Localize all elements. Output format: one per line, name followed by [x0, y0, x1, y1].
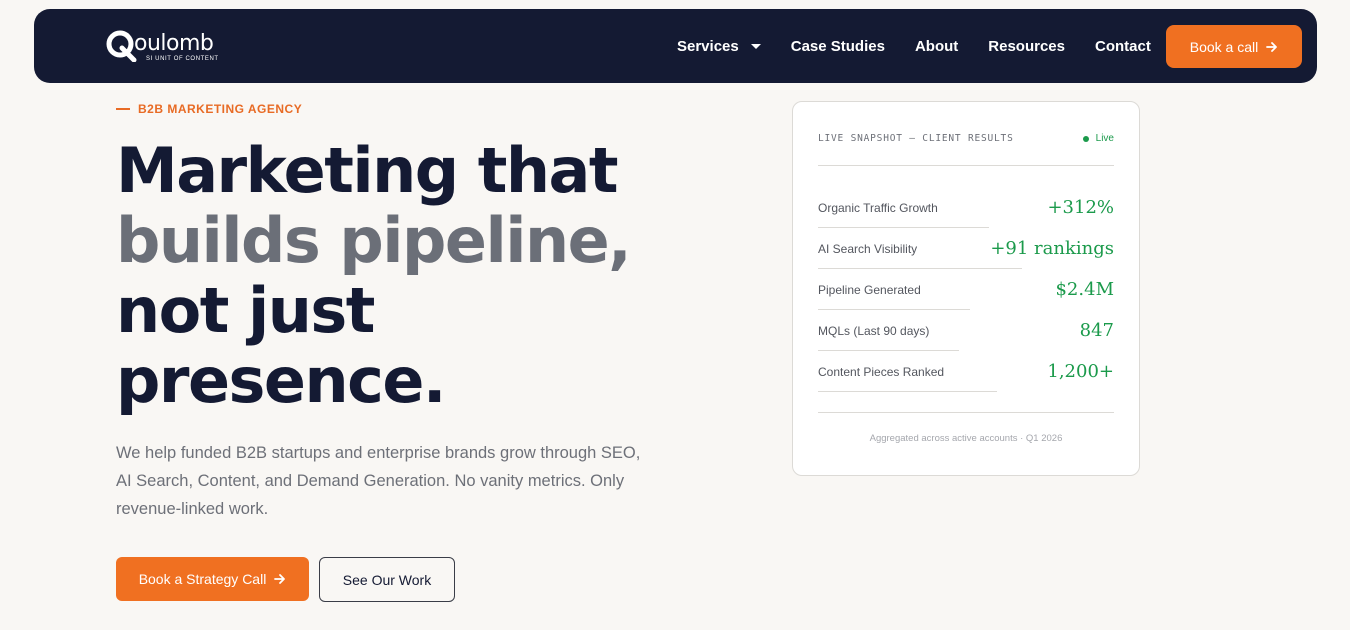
brand-name: oulomb	[134, 31, 214, 56]
metric-label: Pipeline Generated	[818, 282, 921, 297]
metric-label: MQLs (Last 90 days)	[818, 323, 930, 338]
metric-label: Content Pieces Ranked	[818, 364, 945, 379]
metric-row: MQLs (Last 90 days) 847	[818, 310, 1114, 351]
headline-line-1: Marketing that	[116, 134, 618, 207]
live-dot-icon	[1082, 135, 1089, 142]
nav-item-label: Case Studies	[790, 37, 885, 55]
hero-headline: Marketing that builds pipeline, not just…	[116, 134, 632, 417]
metric-label: AI Search Visibility	[818, 241, 918, 256]
card-footnote: Aggregated across active accounts · Q1 2…	[869, 433, 1063, 444]
metric-value: +312%	[1047, 197, 1114, 218]
metric-row: Organic Traffic Growth +312%	[818, 187, 1114, 228]
headline-line-2: builds pipeline,	[116, 204, 632, 277]
primary-cta-label: Book a Strategy Call	[138, 571, 267, 587]
headline-line-4: presence.	[116, 344, 446, 417]
hero-cta-row: Book a Strategy Call See Our Work	[116, 557, 455, 602]
live-label: Live	[1095, 133, 1114, 144]
eyebrow-dash	[116, 108, 130, 110]
nav-item-label: Resources	[988, 37, 1065, 55]
top-nav: oulomb SI UNIT OF CONTENT Services Case …	[34, 9, 1317, 83]
nav-item-resources[interactable]: Resources	[988, 38, 1065, 55]
brand-logo[interactable]: oulomb SI UNIT OF CONTENT	[106, 27, 236, 67]
secondary-cta-label: See Our Work	[342, 571, 432, 588]
nav-links: Services Case Studies About Resources Co…	[677, 9, 1151, 83]
eyebrow-text: B2B MARKETING AGENCY	[138, 102, 303, 116]
nav-item-contact[interactable]: Contact	[1095, 38, 1151, 55]
hero-eyebrow: B2B MARKETING AGENCY	[116, 102, 302, 116]
live-indicator: Live	[1082, 133, 1114, 144]
nav-item-label: Contact	[1095, 37, 1151, 55]
nav-item-label: Services	[677, 37, 739, 55]
nav-item-label: About	[914, 37, 959, 55]
headline-line-3: not just	[116, 274, 375, 347]
nav-item-about[interactable]: About	[915, 38, 958, 55]
metric-value: 847	[1079, 320, 1114, 341]
caret-down-icon	[750, 43, 761, 49]
metric-label: Organic Traffic Growth	[818, 200, 938, 215]
brand-tagline: SI UNIT OF CONTENT	[146, 56, 219, 62]
client-results-card: LIVE SNAPSHOT — CLIENT RESULTS Live Orga…	[792, 101, 1140, 476]
metric-row: Content Pieces Ranked 1,200+	[818, 351, 1114, 392]
nav-item-case-studies[interactable]: Case Studies	[791, 38, 885, 55]
metric-value: +91 rankings	[990, 238, 1114, 259]
card-header: LIVE SNAPSHOT — CLIENT RESULTS Live	[818, 133, 1114, 144]
nav-item-services[interactable]: Services	[677, 38, 761, 55]
card-divider	[818, 412, 1114, 413]
book-call-label: Book a call	[1189, 38, 1259, 55]
metric-row: AI Search Visibility +91 rankings	[818, 228, 1114, 269]
card-title: LIVE SNAPSHOT — CLIENT RESULTS	[818, 133, 1014, 144]
hero-subtext: We help funded B2B startups and enterpri…	[116, 444, 641, 518]
book-strategy-call-button[interactable]: Book a Strategy Call	[116, 557, 309, 601]
arrow-right-icon	[1266, 41, 1278, 53]
book-call-button[interactable]: Book a call	[1166, 25, 1302, 68]
card-divider	[818, 165, 1114, 166]
metric-value: 1,200+	[1047, 361, 1114, 382]
arrow-right-icon	[274, 573, 286, 585]
metric-underline	[818, 391, 997, 392]
metric-value: $2.4M	[1055, 279, 1114, 300]
metric-row: Pipeline Generated $2.4M	[818, 269, 1114, 310]
see-our-work-button[interactable]: See Our Work	[319, 557, 455, 602]
